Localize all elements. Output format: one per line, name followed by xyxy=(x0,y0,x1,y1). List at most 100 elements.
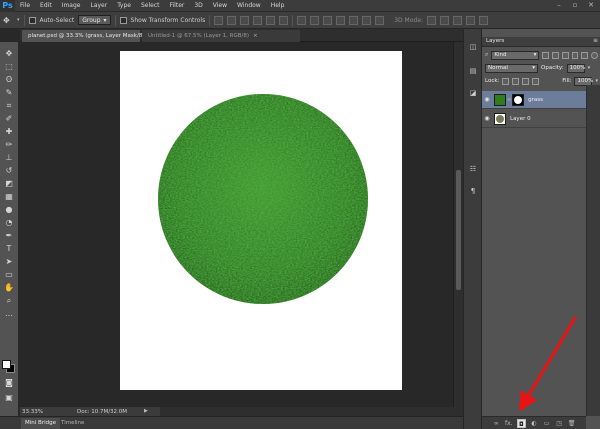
close-icon[interactable]: ✕ xyxy=(584,1,598,10)
3d-slide-icon[interactable] xyxy=(465,15,475,25)
filter-pixel-icon[interactable] xyxy=(542,51,550,59)
align-middle-icon[interactable] xyxy=(227,15,237,25)
auto-select-checkbox[interactable] xyxy=(28,16,36,24)
quick-mask-icon[interactable]: ◙ xyxy=(2,377,16,388)
swatches-panel-icon[interactable]: ◪ xyxy=(467,87,479,99)
distribute-right-icon[interactable] xyxy=(362,15,372,25)
vertical-scrollbar[interactable] xyxy=(453,42,463,407)
menu-edit[interactable]: Edit xyxy=(35,2,57,9)
healing-brush-tool-icon[interactable]: ✚ xyxy=(2,126,16,137)
layers-panel-title[interactable]: Layers xyxy=(486,38,504,44)
history-brush-tool-icon[interactable]: ↺ xyxy=(2,165,16,176)
3d-pan-icon[interactable] xyxy=(452,15,462,25)
trash-icon[interactable]: 🗑 xyxy=(567,420,576,427)
tool-preset-dropdown-icon[interactable]: ▾ xyxy=(17,17,20,23)
distribute-bottom-icon[interactable] xyxy=(323,15,333,25)
opacity-input[interactable]: 100% xyxy=(566,63,585,73)
distribute-middle-icon[interactable] xyxy=(310,15,320,25)
menu-type[interactable]: Type xyxy=(112,2,136,9)
filter-type-icon[interactable] xyxy=(561,51,569,59)
layer-thumbnail[interactable] xyxy=(494,93,506,106)
properties-panel-icon[interactable]: ▤ xyxy=(467,65,479,77)
link-icon[interactable]: ∞ xyxy=(492,420,501,427)
layer-row-layer-0[interactable]: ◉ Layer 0 xyxy=(482,110,586,128)
distribute-top-icon[interactable] xyxy=(297,15,307,25)
scrollbar-thumb[interactable] xyxy=(456,170,461,290)
align-bottom-icon[interactable] xyxy=(240,15,250,25)
lasso-tool-icon[interactable]: ʘ xyxy=(2,74,16,85)
add-layer-mask-icon[interactable]: ◘ xyxy=(516,418,526,428)
chevron-down-icon[interactable]: ▾ xyxy=(588,65,591,71)
lock-image-icon[interactable] xyxy=(512,77,520,85)
menu-help[interactable]: Help xyxy=(266,2,290,9)
layer-thumbnail[interactable] xyxy=(494,112,506,125)
new-group-icon[interactable]: ▭ xyxy=(542,420,551,427)
3d-roll-icon[interactable] xyxy=(439,15,449,25)
canvas-workspace[interactable] xyxy=(20,42,453,407)
eyedropper-tool-icon[interactable]: ✐ xyxy=(2,113,16,124)
filter-shape-icon[interactable] xyxy=(571,51,579,59)
marquee-tool-icon[interactable]: ⬚ xyxy=(2,61,16,72)
menu-window[interactable]: Window xyxy=(232,2,266,9)
chevron-down-icon[interactable]: ▾ xyxy=(595,78,598,84)
tab-untitled[interactable]: Untitled-1 @ 67.5% (Layer 1, RGB/8) × xyxy=(142,30,300,42)
type-tool-icon[interactable]: T xyxy=(2,243,16,254)
panel-menu-icon[interactable]: ≡ xyxy=(593,37,598,44)
maximize-icon[interactable]: ▫ xyxy=(568,1,582,10)
filter-kind-dropdown[interactable]: Kind ▾ xyxy=(491,50,540,60)
layers-scrollbar[interactable] xyxy=(586,85,600,416)
layer-comps-panel-icon[interactable]: ☷ xyxy=(467,163,479,175)
filter-smart-object-icon[interactable] xyxy=(581,51,589,59)
auto-select-target-dropdown[interactable]: Group ▾ xyxy=(78,15,111,25)
align-right-icon[interactable] xyxy=(279,15,289,25)
align-left-icon[interactable] xyxy=(253,15,263,25)
shape-tool-icon[interactable]: ▭ xyxy=(2,269,16,280)
blur-tool-icon[interactable]: ● xyxy=(2,204,16,215)
menu-3d[interactable]: 3D xyxy=(189,2,207,9)
menu-image[interactable]: Image xyxy=(57,2,86,9)
fx-icon[interactable]: fx. xyxy=(504,420,513,427)
tab-mini-bridge[interactable]: Mini Bridge xyxy=(21,418,60,429)
layer-row-grass[interactable]: ◉ ∞ grass xyxy=(482,91,586,109)
foreground-color-swatch[interactable] xyxy=(2,360,11,369)
3d-scale-icon[interactable] xyxy=(478,15,488,25)
document-canvas[interactable] xyxy=(120,51,402,390)
screen-mode-icon[interactable]: ▣ xyxy=(2,392,16,403)
auto-align-icon[interactable] xyxy=(375,15,385,25)
show-transform-checkbox[interactable] xyxy=(119,16,127,24)
quick-select-tool-icon[interactable]: ✎ xyxy=(2,87,16,98)
menu-select[interactable]: Select xyxy=(136,2,165,9)
move-tool-icon[interactable]: ✥ xyxy=(2,48,16,59)
chain-link-icon[interactable]: ∞ xyxy=(507,97,511,103)
move-tool-icon[interactable]: ✥ xyxy=(3,16,13,25)
tab-planet[interactable]: planet.psd @ 33.3% (grass, Layer Mask/8)… xyxy=(22,30,153,42)
blend-mode-dropdown[interactable]: Normal ▾ xyxy=(485,63,538,73)
3d-rotate-icon[interactable] xyxy=(426,15,436,25)
zoom-level[interactable]: 33.33% xyxy=(22,409,43,415)
clone-stamp-tool-icon[interactable]: ⊥ xyxy=(2,152,16,163)
pen-tool-icon[interactable]: ✒ xyxy=(2,230,16,241)
distribute-center-icon[interactable] xyxy=(349,15,359,25)
lock-transparent-icon[interactable] xyxy=(502,77,510,85)
new-layer-icon[interactable]: ◳ xyxy=(555,420,564,427)
path-selection-tool-icon[interactable]: ➤ xyxy=(2,256,16,267)
play-arrow-icon[interactable]: ▶ xyxy=(144,408,148,414)
layer-mask-thumbnail[interactable] xyxy=(512,93,525,106)
gradient-tool-icon[interactable]: ▦ xyxy=(2,191,16,202)
brush-tool-icon[interactable]: ✏ xyxy=(2,139,16,150)
adjustment-layer-icon[interactable]: ◐ xyxy=(529,420,538,427)
lock-position-icon[interactable] xyxy=(522,77,530,85)
close-icon[interactable]: × xyxy=(253,33,258,39)
layer-name[interactable]: grass xyxy=(528,97,543,103)
lock-all-icon[interactable] xyxy=(532,77,540,85)
filter-toggle-icon[interactable] xyxy=(591,51,598,59)
visibility-eye-icon[interactable]: ◉ xyxy=(482,115,492,122)
align-center-icon[interactable] xyxy=(266,15,276,25)
distribute-left-icon[interactable] xyxy=(336,15,346,25)
paragraph-panel-icon[interactable]: ¶ xyxy=(467,185,479,197)
eraser-tool-icon[interactable]: ◩ xyxy=(2,178,16,189)
layer-name[interactable]: Layer 0 xyxy=(510,116,531,122)
menu-view[interactable]: View xyxy=(208,2,232,9)
history-panel-icon[interactable]: ◫ xyxy=(467,41,479,53)
dodge-tool-icon[interactable]: ◔ xyxy=(2,217,16,228)
